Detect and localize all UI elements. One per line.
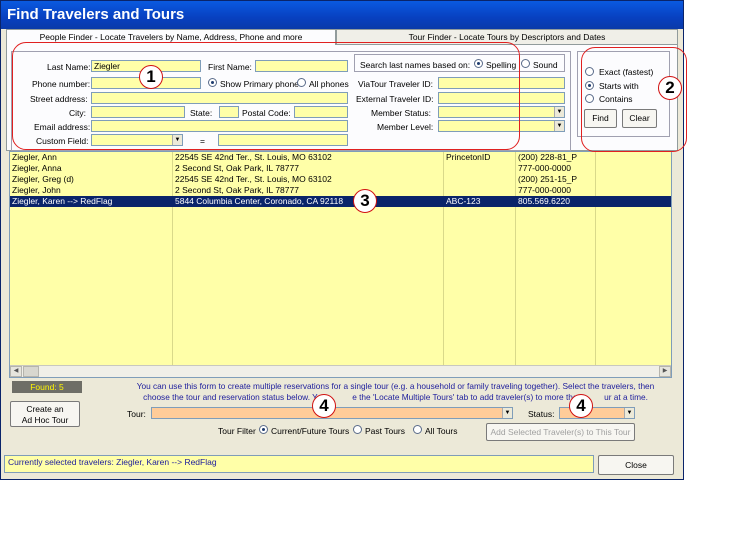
row-address: 2 Second St, Oak Park, IL 78777 xyxy=(175,185,299,195)
row-phone: 805.569.6220 xyxy=(518,196,570,206)
scroll-thumb[interactable] xyxy=(23,366,39,377)
chevron-down-icon: ▼ xyxy=(554,121,564,131)
create-ad-hoc-tour-button[interactable]: Create an Ad Hoc Tour xyxy=(10,401,80,427)
row-address: 2 Second St, Oak Park, IL 78777 xyxy=(175,163,299,173)
sound-label: Sound xyxy=(533,60,558,70)
results-grid[interactable]: Ziegler, Ann 22545 SE 42nd Ter., St. Lou… xyxy=(9,151,672,378)
row-phone: (200) 228-81_P xyxy=(518,152,578,162)
selected-travelers-status: Currently selected travelers: Ziegler, K… xyxy=(4,455,594,473)
status-label: Status: xyxy=(528,409,555,419)
found-count-badge: Found: 5 xyxy=(12,381,82,393)
add-selected-travelers-button[interactable]: Add Selected Traveler(s) to This Tour xyxy=(486,423,635,441)
row-name: Ziegler, John xyxy=(12,185,61,195)
chevron-down-icon: ▼ xyxy=(502,408,512,418)
tour-label: Tour: xyxy=(127,409,146,419)
row-phone: (200) 251-15_P xyxy=(518,174,578,184)
callout-badge-1: 1 xyxy=(139,65,163,89)
row-phone: 777-000-0000 xyxy=(518,163,571,173)
window-title: Find Travelers and Tours xyxy=(1,1,683,29)
row-name: Ziegler, Ann xyxy=(12,152,57,162)
table-row[interactable]: Ziegler, Greg (d) 22545 SE 42nd Ter., St… xyxy=(10,174,671,185)
callout-badge-3: 3 xyxy=(353,189,377,213)
row-phone: 777-000-0000 xyxy=(518,185,571,195)
table-row[interactable]: Ziegler, Ann 22545 SE 42nd Ter., St. Lou… xyxy=(10,152,671,163)
close-button[interactable]: Close xyxy=(598,455,674,475)
row-id: ABC-123 xyxy=(446,196,481,206)
tour-filter-label: Tour Filter xyxy=(218,426,256,436)
chevron-down-icon: ▼ xyxy=(554,107,564,117)
row-name: Ziegler, Anna xyxy=(12,163,62,173)
row-name: Ziegler, Karen --> RedFlag xyxy=(12,196,113,206)
callout-badge-4b: 4 xyxy=(569,394,593,418)
row-address: 5844 Columbia Center, Coronado, CA 92118 xyxy=(175,196,344,206)
adhoc-line-2: Ad Hoc Tour xyxy=(21,415,69,425)
scroll-right-icon[interactable]: ▶ xyxy=(659,366,671,377)
instructions-line-1: You can use this form to create multiple… xyxy=(136,381,655,391)
past-tours-radio[interactable] xyxy=(353,425,362,434)
past-tours-label: Past Tours xyxy=(365,426,406,436)
horizontal-scrollbar[interactable]: ◀ ▶ xyxy=(10,365,671,377)
current-future-tours-radio[interactable] xyxy=(259,425,268,434)
table-row[interactable]: Ziegler, Anna 2 Second St, Oak Park, IL … xyxy=(10,163,671,174)
all-tours-label: All Tours xyxy=(425,426,458,436)
callout-badge-2: 2 xyxy=(658,76,682,100)
row-name: Ziegler, Greg (d) xyxy=(12,174,74,184)
all-tours-radio[interactable] xyxy=(413,425,422,434)
instructions-line-2-a: choose the tour and reservation status b… xyxy=(143,391,327,402)
scroll-left-icon[interactable]: ◀ xyxy=(10,366,22,377)
table-row[interactable]: Ziegler, John 2 Second St, Oak Park, IL … xyxy=(10,185,671,196)
sound-radio[interactable] xyxy=(521,59,530,68)
callout-badge-4: 4 xyxy=(312,394,336,418)
adhoc-line-1: Create an xyxy=(26,404,64,414)
row-address: 22545 SE 42nd Ter., St. Louis, MO 63102 xyxy=(175,152,332,162)
callout-frame-1 xyxy=(12,42,520,150)
row-id: PrincetonID xyxy=(446,152,491,162)
instructions-line-2-c: ur at a time. xyxy=(604,391,648,402)
table-row-selected[interactable]: Ziegler, Karen --> RedFlag 5844 Columbia… xyxy=(10,196,671,207)
row-address: 22545 SE 42nd Ter., St. Louis, MO 63102 xyxy=(175,174,332,184)
chevron-down-icon: ▼ xyxy=(624,408,634,418)
instructions-line-2-b: e the 'Locate Multiple Tours' tab to add… xyxy=(352,391,583,402)
current-future-tours-label: Current/Future Tours xyxy=(271,426,350,436)
